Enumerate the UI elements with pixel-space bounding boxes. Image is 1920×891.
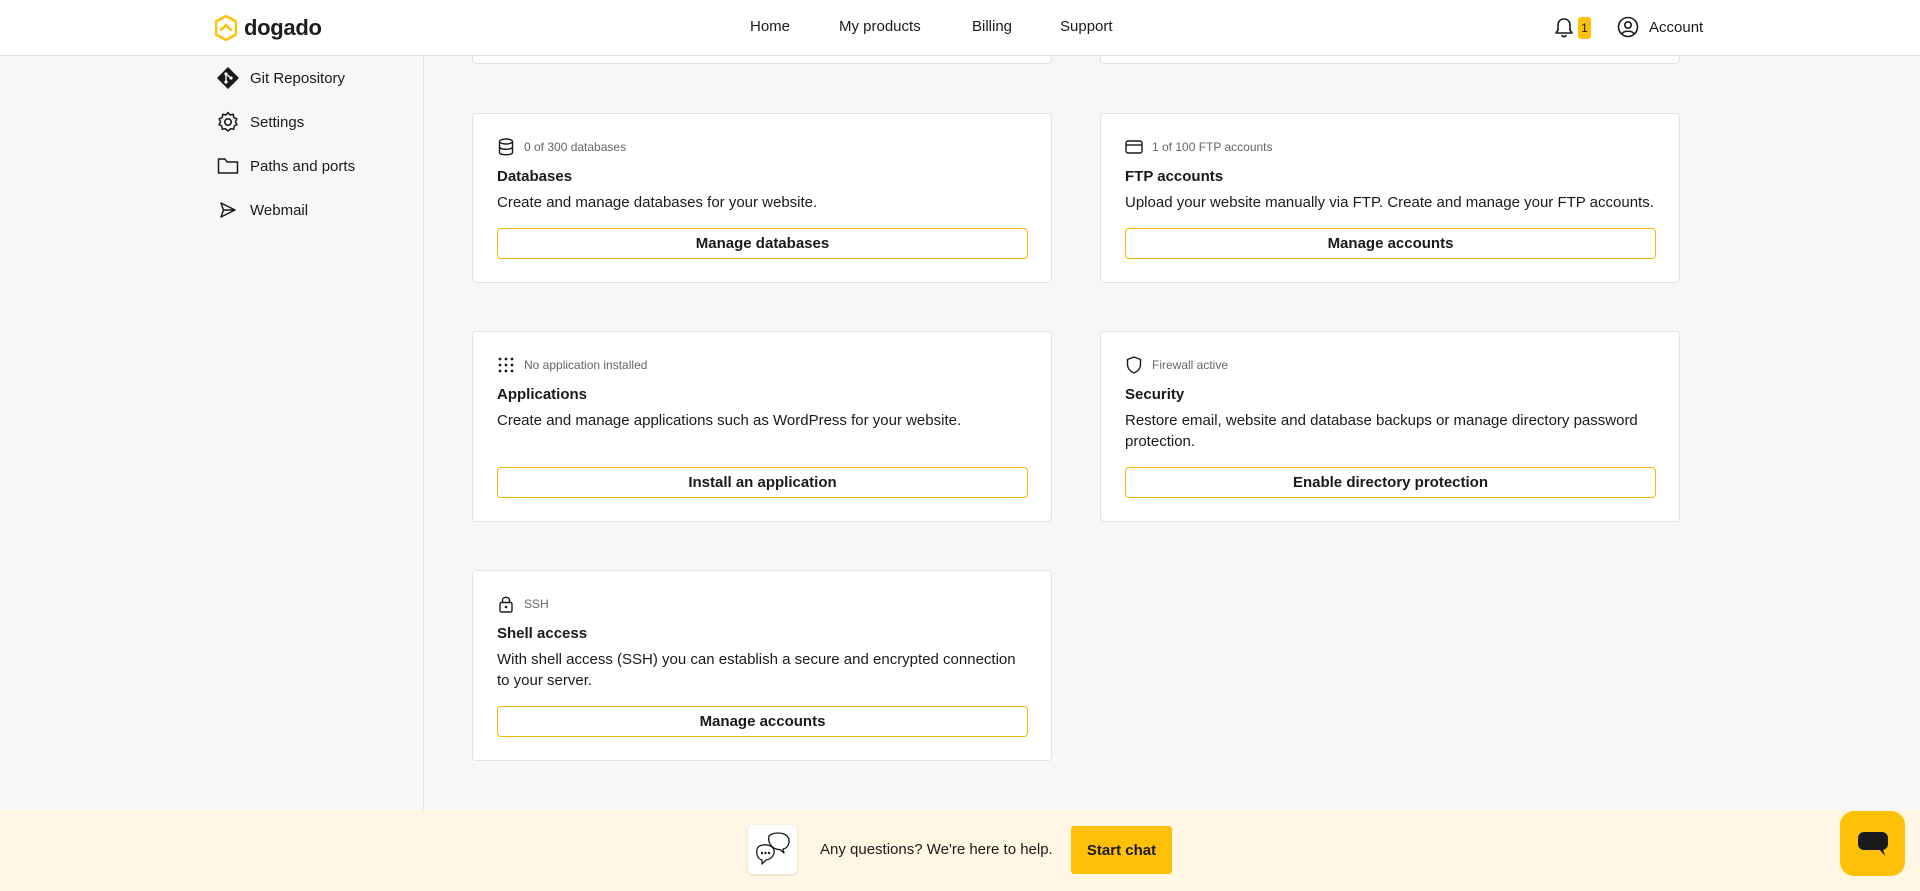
folder-icon: [216, 154, 240, 178]
nav-my-products[interactable]: My products: [839, 18, 921, 35]
card-meta: SSH: [497, 595, 549, 613]
card-title: Shell access: [497, 625, 588, 642]
sidebar-item-git-repository[interactable]: Git Repository: [216, 63, 345, 93]
ftp-accounts-card: 1 of 100 FTP accounts FTP accounts Uploa…: [1100, 113, 1680, 283]
database-icon: [497, 138, 515, 156]
help-text: Any questions? We're here to help.: [820, 841, 1053, 858]
sidebar-item-label: Paths and ports: [250, 157, 356, 175]
nav-support[interactable]: Support: [1060, 18, 1113, 35]
card-description: Restore email, website and database back…: [1125, 412, 1638, 450]
card-meta: 1 of 100 FTP accounts: [1125, 138, 1273, 156]
install-application-button[interactable]: Install an application: [497, 467, 1028, 498]
databases-usage: 0 of 300 databases: [524, 140, 627, 154]
dogado-logo[interactable]: dogado: [215, 15, 322, 41]
account-menu[interactable]: Account: [1617, 16, 1703, 38]
sidebar-item-webmail[interactable]: Webmail: [216, 195, 308, 225]
sidebar: Git Repository Settings Paths and ports …: [0, 56, 424, 810]
dogado-logo-icon: [215, 15, 237, 41]
sidebar-item-label: Settings: [250, 113, 305, 131]
nav-home[interactable]: Home: [750, 18, 790, 35]
user-circle-icon: [1617, 16, 1639, 38]
card-title: Applications: [497, 386, 588, 403]
databases-card: 0 of 300 databases Databases Create and …: [472, 113, 1052, 283]
card-title: FTP accounts: [1125, 168, 1224, 185]
account-label: Account: [1649, 18, 1704, 36]
manage-databases-button[interactable]: Manage databases: [497, 228, 1028, 259]
ftp-usage: 1 of 100 FTP accounts: [1152, 140, 1273, 154]
security-card: Firewall active Security Restore email, …: [1100, 331, 1680, 522]
card-meta: 0 of 300 databases: [497, 138, 626, 156]
sidebar-item-settings[interactable]: Settings: [216, 107, 304, 137]
card-description: Upload your website manually via FTP. Cr…: [1125, 194, 1654, 211]
chat-widget-button[interactable]: [1840, 811, 1905, 876]
gear-icon: [216, 110, 240, 134]
card-description: With shell access (SSH) you can establis…: [497, 651, 1016, 689]
notification-count-badge[interactable]: 1: [1578, 17, 1591, 39]
sidebar-item-label: Git Repository: [250, 69, 346, 87]
ssh-label: SSH: [524, 597, 549, 611]
notifications-button[interactable]: [1554, 17, 1574, 44]
card-title: Security: [1125, 386, 1185, 403]
lock-icon: [497, 595, 515, 613]
start-chat-button[interactable]: Start chat: [1071, 826, 1172, 874]
card-title: Databases: [497, 168, 573, 185]
bell-icon: [1555, 18, 1573, 38]
enable-directory-protection-button[interactable]: Enable directory protection: [1125, 467, 1656, 498]
support-chat-icon: [748, 825, 797, 874]
card-description: Create and manage applications such as W…: [497, 412, 962, 429]
nav-billing[interactable]: Billing: [972, 18, 1012, 35]
card-meta: No application installed: [497, 356, 647, 374]
card-meta: Firewall active: [1125, 356, 1228, 374]
grid-icon: [497, 356, 515, 374]
sidebar-item-paths-and-ports[interactable]: Paths and ports: [216, 151, 355, 181]
credit-card-icon: [1125, 138, 1143, 156]
card-description: Create and manage databases for your web…: [497, 194, 818, 211]
sidebar-item-label: Webmail: [250, 201, 309, 219]
shield-icon: [1125, 356, 1143, 374]
firewall-status: Firewall active: [1152, 358, 1229, 372]
help-bar: Any questions? We're here to help. Start…: [0, 810, 1920, 891]
manage-ftp-accounts-button[interactable]: Manage accounts: [1125, 228, 1656, 259]
applications-status: No application installed: [524, 358, 648, 372]
chat-bubble-icon: [1857, 831, 1888, 856]
shell-access-card: SSH Shell access With shell access (SSH)…: [472, 570, 1052, 761]
send-icon: [216, 198, 240, 222]
top-navigation-bar: dogado Home My products Billing Support …: [0, 0, 1920, 56]
git-icon: [216, 66, 240, 90]
brand-name: dogado: [244, 15, 322, 40]
applications-card: No application installed Applications Cr…: [472, 331, 1052, 522]
manage-ssh-accounts-button[interactable]: Manage accounts: [497, 706, 1028, 737]
